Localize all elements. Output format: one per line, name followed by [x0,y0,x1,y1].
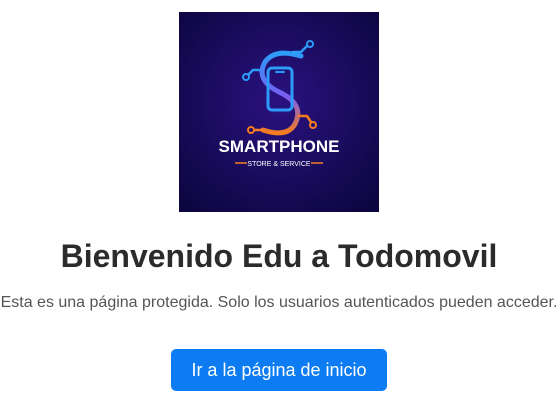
page-title: Bienvenido Edu a Todomovil [60,238,498,274]
smartphone-store-logo: SMARTPHONE STORE & SERVICE [179,12,379,212]
protected-message: Esta es una página protegida. Solo los u… [0,294,558,311]
go-home-button[interactable]: Ir a la página de inicio [171,349,387,391]
logo-tagline: STORE & SERVICE [247,161,310,168]
logo-brand-name: SMARTPHONE [219,137,340,156]
protected-page: SMARTPHONE STORE & SERVICE Bienvenido Ed… [0,0,558,401]
